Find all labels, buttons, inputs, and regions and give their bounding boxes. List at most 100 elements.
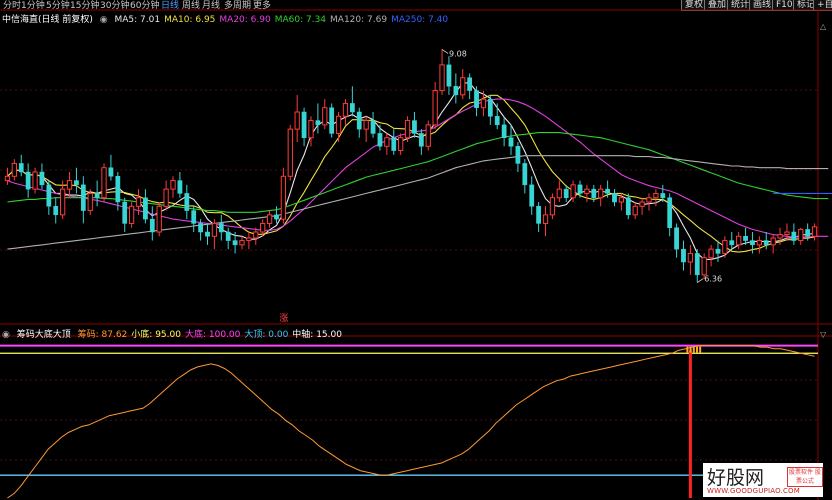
candle-67 [467,73,473,100]
candle-10 [74,167,79,194]
candle-body-83 [577,184,583,194]
candle-body-9 [66,180,73,190]
candle-body-76 [529,184,535,207]
candle-body-31 [218,223,224,233]
candle-105 [729,232,735,250]
candle-84 [584,184,590,202]
signal-tick-0-1 [689,346,692,353]
candle-body-60 [418,133,424,147]
candle-body-40 [280,175,287,220]
candle-99 [687,244,694,275]
candle-body-92 [639,201,645,207]
candle-115 [798,227,804,245]
candle-110 [763,232,769,250]
candle-body-54 [377,133,383,147]
scroll-down-icon[interactable]: ▽ [820,330,826,339]
indicator-settings-icon[interactable]: ◉ [2,330,10,340]
candle-body-106 [736,235,742,246]
candle-14 [101,163,107,202]
candle-body-98 [681,248,686,263]
candle-78 [542,206,549,237]
candle-70 [487,94,493,125]
candle-46 [322,99,328,130]
candle-21 [149,206,155,241]
candle-body-51 [356,111,362,130]
candle-30 [211,219,218,250]
candle-98 [681,240,686,271]
ma-line-ma60 [7,132,829,213]
candle-24 [170,176,176,198]
candle-body-15 [108,167,114,177]
candle-body-27 [191,210,197,224]
annotation-label-1: 6.36 [704,275,722,284]
candle-111 [770,234,776,254]
chart-area[interactable]: 9.08 6.36 涨 [0,0,832,500]
candle-body-116 [805,229,811,237]
ma-line-ma10 [7,94,815,253]
candle-body-7 [53,206,59,216]
ma-legend-1: MA10: 6.95 [164,15,216,25]
candle-body-100 [694,253,700,276]
candle-body-39 [274,214,279,220]
candle-body-69 [480,98,487,109]
candle-15 [108,154,114,181]
candle-55 [384,133,390,155]
candle-body-35 [246,237,252,242]
candle-body-63 [439,64,445,92]
candle-53 [370,112,376,138]
ma-legend-2: MA20: 6.90 [219,15,271,25]
sub-legend-1: 小底: 95.00 [131,330,181,340]
candle-body-99 [687,252,694,263]
candle-body-59 [412,120,417,134]
candle-body-65 [453,86,459,96]
candle-body-115 [798,228,804,242]
sub-legend-4: 中轴: 15.00 [292,330,342,340]
candle-body-110 [763,240,769,246]
candle-97 [674,223,679,258]
candle-45 [315,103,321,134]
candle-body-6 [46,184,52,207]
candle-body-64 [446,64,452,87]
candle-body-0 [4,175,11,182]
candle-body-85 [591,188,597,198]
candle-91 [632,202,638,220]
candle-2 [18,154,24,177]
candle-body-19 [135,197,142,207]
candle-60 [418,129,424,155]
candle-51 [356,107,362,138]
candle-body-96 [667,197,673,228]
candle-body-48 [335,115,342,134]
candle-11 [80,176,86,224]
candle-body-34 [239,240,245,246]
candle-body-89 [618,197,625,203]
ma-line-ma5 [7,82,815,260]
scroll-up-icon[interactable]: △ [820,22,826,31]
candle-26 [184,184,190,220]
candle-body-32 [225,231,231,241]
annotation-label-0: 9.08 [449,49,467,58]
candle-body-101 [701,257,707,276]
candle-114 [791,223,797,245]
candle-body-111 [770,237,776,246]
candle-body-97 [674,227,679,250]
candle-body-38 [266,214,273,224]
candle-41 [287,124,293,181]
candle-body-72 [501,124,507,138]
stock-title: 中信海直(日线 前复权) [2,15,93,25]
candle-68 [474,86,479,117]
candle-73 [508,124,514,155]
candle-90 [625,193,631,220]
annotation-leader-0 [441,49,449,54]
candle-47 [329,103,335,138]
candle-body-14 [101,167,107,199]
candle-34 [239,236,245,250]
candle-88 [612,189,617,207]
candle-86 [598,184,604,207]
candle-body-53 [370,120,376,134]
settings-icon[interactable]: ◉ [100,15,108,25]
candle-body-46 [322,107,328,126]
candle-body-4 [32,171,38,190]
candle-body-42 [294,111,300,130]
candle-96 [667,193,673,237]
candle-79 [549,193,556,220]
